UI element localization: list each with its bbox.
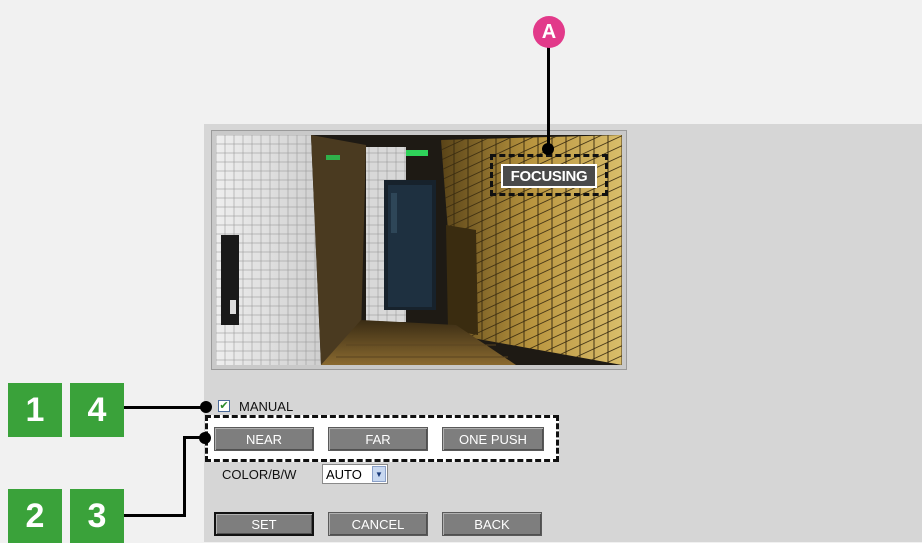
- set-button[interactable]: SET: [214, 512, 314, 536]
- focusing-status-overlay: FOCUSING: [501, 164, 597, 188]
- callout-badge-3: 3: [70, 489, 124, 543]
- color-bw-select[interactable]: AUTO ▼: [322, 464, 388, 484]
- callout-2-3-line-vertical: [183, 436, 186, 517]
- callout-a-line: [547, 46, 550, 150]
- callout-1-4-line: [124, 406, 206, 409]
- far-button[interactable]: FAR: [328, 427, 428, 451]
- color-bw-label: COLOR/B/W: [222, 467, 297, 482]
- chevron-down-icon: ▼: [372, 466, 386, 482]
- callout-1-4-dot: [200, 401, 212, 413]
- manual-focus-label: MANUAL: [239, 399, 294, 414]
- callout-2-3-line-horizontal: [124, 514, 186, 517]
- callout-a-marker: A: [533, 16, 565, 48]
- callout-2-3-dot: [199, 432, 211, 444]
- one-push-button[interactable]: ONE PUSH: [442, 427, 544, 451]
- callout-badge-2: 2: [8, 489, 62, 543]
- callout-a-dot: [542, 143, 554, 155]
- color-bw-select-value: AUTO: [326, 466, 362, 482]
- cancel-button[interactable]: CANCEL: [328, 512, 428, 536]
- near-button[interactable]: NEAR: [214, 427, 314, 451]
- manual-focus-checkbox[interactable]: ✔: [218, 400, 230, 412]
- callout-badge-1: 1: [8, 383, 62, 437]
- back-button[interactable]: BACK: [442, 512, 542, 536]
- callout-badge-4: 4: [70, 383, 124, 437]
